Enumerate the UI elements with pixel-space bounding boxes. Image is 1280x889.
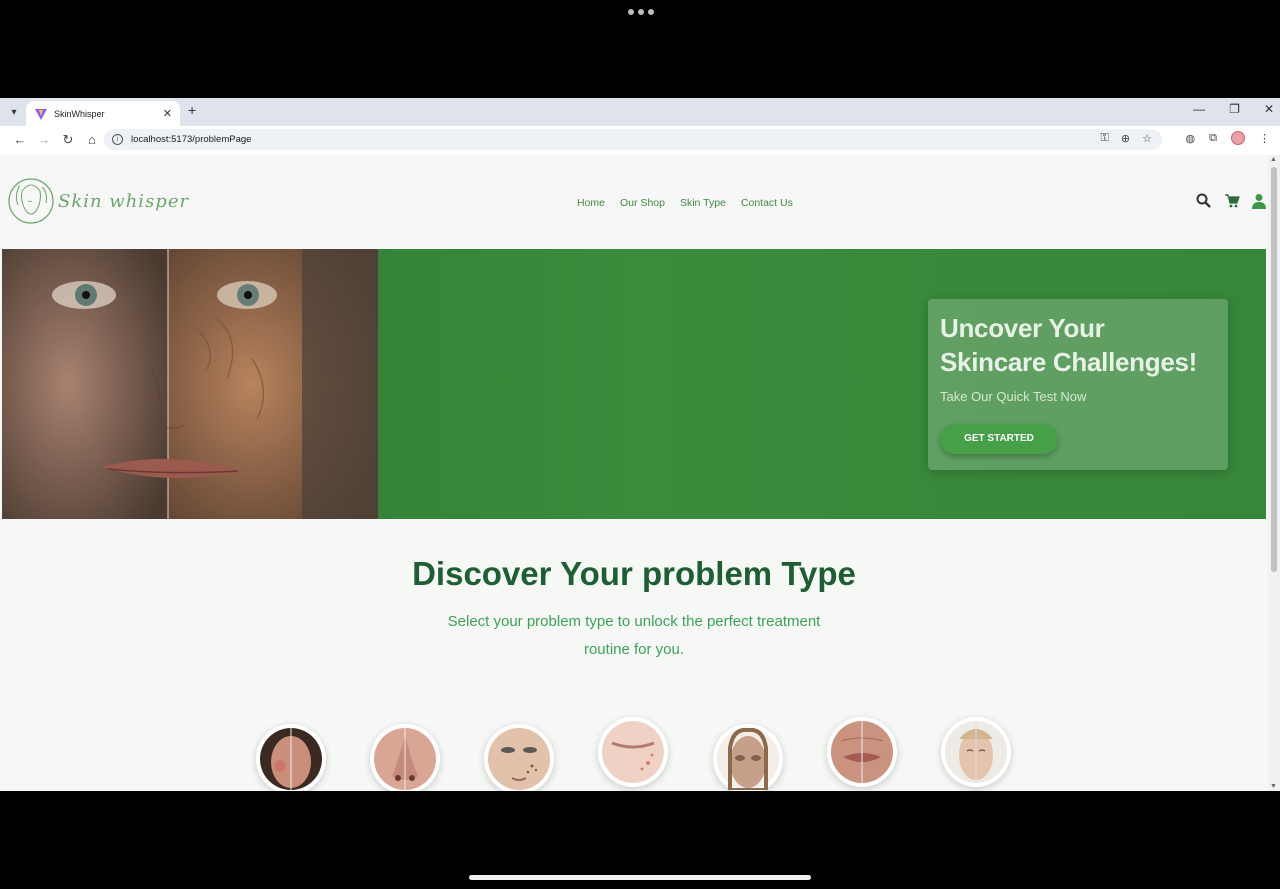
problem-aging-image: [945, 721, 1007, 783]
active-tab[interactable]: SkinWhisper ✕: [26, 101, 180, 126]
problem-dark-circles-image: [717, 728, 779, 790]
hero-title-line2: Skincare Challenges!: [940, 347, 1197, 377]
extensions-puzzle-icon[interactable]: ⧉: [1209, 132, 1217, 145]
site-info-icon[interactable]: i: [112, 134, 123, 145]
user-icon[interactable]: [1252, 193, 1266, 209]
hero-subtitle: Take Our Quick Test Now: [940, 389, 1087, 404]
problem-type-section: Discover Your problem Type Select your p…: [0, 519, 1268, 791]
tab-title: SkinWhisper: [54, 108, 105, 119]
address-bar[interactable]: i localhost:5173/problemPage ⚿ ⊕ ☆: [104, 129, 1162, 150]
section-title: Discover Your problem Type: [412, 555, 856, 592]
bookmark-star-icon[interactable]: ☆: [1142, 132, 1152, 145]
restore-icon[interactable]: ❐: [1229, 102, 1240, 116]
device-frame: ▾ SkinWhisper ✕ + — ❐ ✕ ← → ↻ ⌂ i localh…: [0, 0, 1280, 889]
problem-type-item[interactable]: [713, 724, 783, 791]
window-dots[interactable]: [628, 9, 654, 15]
nav-home[interactable]: Home: [577, 197, 605, 209]
hero-face-image: [2, 249, 378, 519]
scroll-up-icon[interactable]: ▲: [1270, 156, 1277, 163]
omnibox-actions: ⚿ ⊕ ☆: [1101, 132, 1152, 145]
reload-icon[interactable]: ↻: [56, 132, 80, 148]
browser-toolbar: ← → ↻ ⌂ i localhost:5173/problemPage ⚿ ⊕…: [0, 126, 1280, 153]
hero-title-line1: Uncover Your: [940, 313, 1105, 343]
home-icon[interactable]: ⌂: [80, 132, 104, 147]
toolbar-actions: ◍ ⧉ ⋮: [1186, 131, 1270, 145]
minimize-icon[interactable]: —: [1193, 102, 1205, 116]
main-nav: Home Our Shop Skin Type Contact Us: [577, 197, 793, 209]
home-indicator[interactable]: [469, 875, 811, 880]
tab-close-icon[interactable]: ✕: [163, 107, 172, 120]
problem-type-item[interactable]: [941, 717, 1011, 787]
forward-icon[interactable]: →: [32, 132, 56, 147]
zoom-icon[interactable]: ⊕: [1121, 132, 1130, 145]
problem-type-item[interactable]: [256, 724, 326, 791]
nav-skin-type[interactable]: Skin Type: [680, 197, 726, 209]
problem-pores-image: [374, 728, 436, 790]
tab-bar: ▾ SkinWhisper ✕ + — ❐ ✕: [0, 98, 1280, 126]
extension-globe-icon[interactable]: ◍: [1186, 132, 1196, 145]
problem-type-item[interactable]: [827, 717, 897, 787]
back-icon[interactable]: ←: [8, 132, 32, 147]
vite-favicon-icon: [35, 108, 47, 120]
problem-acne-image: [602, 721, 664, 783]
logo-face-icon: [8, 178, 54, 224]
header-icons: [1196, 193, 1266, 209]
url-text: localhost:5173/problemPage: [131, 134, 252, 145]
site-logo[interactable]: Skin whisper: [8, 171, 189, 231]
hero-cta-card: Uncover Your Skincare Challenges! Take O…: [928, 299, 1228, 470]
scroll-down-icon[interactable]: ▼: [1270, 783, 1277, 790]
window-controls: — ❐ ✕: [1193, 102, 1274, 116]
close-window-icon[interactable]: ✕: [1264, 102, 1274, 116]
new-tab-icon[interactable]: +: [188, 102, 196, 118]
problem-type-item[interactable]: [370, 724, 440, 791]
page-scrollbar[interactable]: ▲ ▼: [1268, 155, 1280, 791]
problem-type-item[interactable]: [484, 724, 554, 791]
problem-type-list: [0, 717, 1268, 791]
get-started-button[interactable]: GET STARTED: [940, 424, 1058, 454]
cart-icon[interactable]: [1224, 193, 1240, 209]
profile-avatar[interactable]: [1231, 131, 1245, 145]
menu-kebab-icon[interactable]: ⋮: [1259, 132, 1270, 145]
search-icon[interactable]: [1196, 193, 1212, 209]
section-subtitle: Select your problem type to unlock the p…: [447, 613, 821, 658]
problem-redness-image: [260, 728, 322, 790]
problem-type-item[interactable]: [598, 717, 668, 787]
logo-text: Skin whisper: [58, 190, 190, 212]
scroll-thumb[interactable]: [1271, 167, 1277, 572]
nav-contact-us[interactable]: Contact Us: [741, 197, 793, 209]
nav-our-shop[interactable]: Our Shop: [620, 197, 665, 209]
problem-dark-spots-image: [488, 728, 550, 790]
problem-wrinkles-image: [831, 721, 893, 783]
site-header: Skin whisper Home Our Shop Skin Type Con…: [0, 155, 1268, 249]
password-key-icon[interactable]: ⚿: [1101, 132, 1109, 145]
hero-banner: Uncover Your Skincare Challenges! Take O…: [2, 249, 1266, 519]
tab-search-icon[interactable]: ▾: [4, 102, 24, 122]
web-page: Skin whisper Home Our Shop Skin Type Con…: [0, 155, 1268, 791]
